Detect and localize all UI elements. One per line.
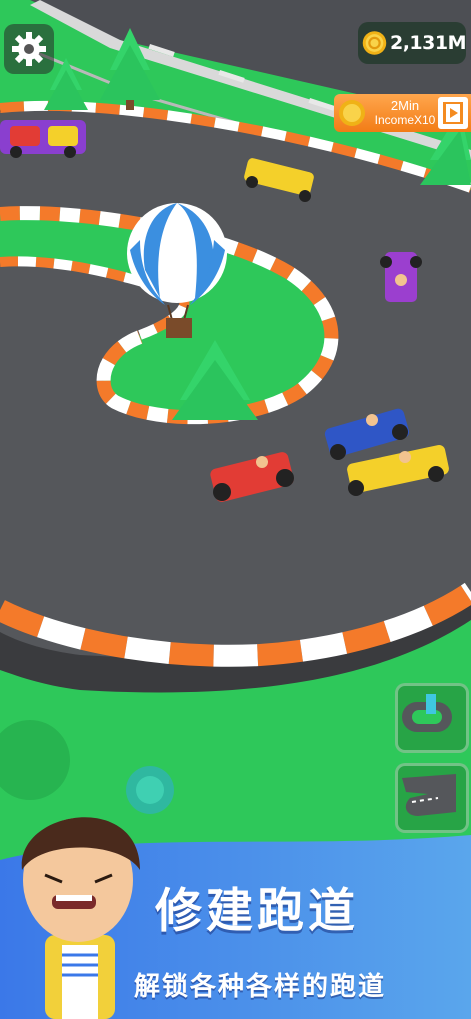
income-boost-button[interactable]: 2Min IncomeX10 xyxy=(334,94,471,132)
kart-group xyxy=(0,120,86,158)
boost-label: IncomeX10 xyxy=(374,113,436,127)
coin-amount: 2,131M xyxy=(389,32,467,54)
gear-icon xyxy=(12,32,46,66)
track-preview-icon xyxy=(402,694,452,732)
boost-duration: 2Min xyxy=(390,98,420,113)
kart-purple xyxy=(380,252,422,302)
play-video-icon xyxy=(438,97,468,129)
track-thumbnail-2[interactable] xyxy=(395,763,469,833)
coin-icon xyxy=(339,100,365,126)
coin-balance: 2,131M xyxy=(358,22,467,64)
banner-title: 修建跑道 xyxy=(155,884,359,939)
track-thumbnail-1[interactable] xyxy=(395,683,469,753)
track-preview-icon xyxy=(402,774,456,816)
banner-subtitle: 解锁各种各样的跑道 xyxy=(134,972,387,1002)
game-scene xyxy=(0,0,471,1019)
coin-icon xyxy=(362,31,387,55)
settings-button[interactable] xyxy=(4,24,54,74)
